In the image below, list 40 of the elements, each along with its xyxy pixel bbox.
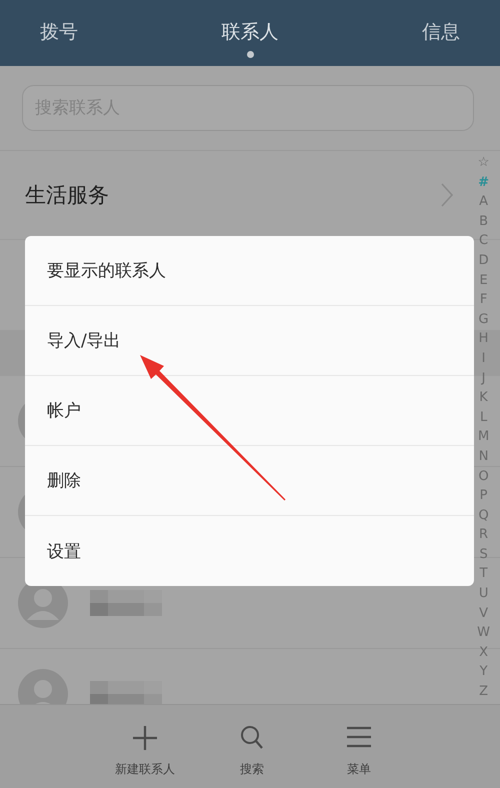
tab[interactable]: 联系人 (204, 0, 296, 66)
index-letter[interactable]: A (479, 192, 488, 212)
index-letter[interactable]: B (479, 212, 488, 232)
redacted-name (90, 590, 162, 616)
index-letter[interactable]: J (482, 368, 486, 388)
index-letter[interactable]: R (479, 525, 488, 545)
index-letter[interactable]: D (478, 250, 489, 271)
index-letter[interactable]: # (478, 172, 490, 192)
tab[interactable]: 拨号 (22, 0, 96, 66)
index-letter[interactable]: Y (480, 662, 488, 682)
index-letter[interactable]: K (479, 388, 488, 408)
index-letter[interactable]: T (480, 564, 488, 584)
menu-item[interactable]: 要显示的联系人 (25, 236, 474, 306)
plus-icon (132, 725, 158, 751)
toolbar-button[interactable]: 搜索 (210, 705, 294, 788)
index-letter[interactable]: L (480, 408, 488, 428)
index-letter[interactable]: Q (478, 506, 489, 526)
search-icon (240, 725, 264, 751)
index-letter[interactable]: Z (479, 682, 488, 702)
index-letter[interactable]: O (478, 466, 489, 486)
index-letter[interactable]: F (480, 290, 488, 310)
toolbar-button[interactable]: 新建联系人 (103, 705, 187, 788)
index-letter[interactable]: ☆ (478, 153, 490, 173)
index-letter[interactable]: U (478, 584, 488, 604)
tab-indicator (246, 50, 254, 58)
index-letter[interactable]: S (479, 544, 488, 564)
tab[interactable]: 信息 (404, 0, 478, 66)
toolbar-button[interactable]: 菜单 (317, 705, 401, 788)
chevron-icon (440, 182, 454, 208)
service-row[interactable]: 生活服务 (0, 151, 470, 239)
index-letter[interactable]: G (478, 310, 489, 330)
menu-item[interactable]: 设置 (25, 516, 474, 586)
index-letter[interactable]: W (477, 623, 490, 643)
index-letter[interactable]: E (479, 270, 488, 290)
index-letter[interactable]: M (478, 427, 490, 447)
index-letter[interactable]: C (479, 231, 488, 251)
index-letter[interactable]: P (480, 486, 488, 506)
index-letter[interactable]: X (479, 642, 488, 662)
index-letter[interactable]: V (479, 604, 488, 624)
index-letter[interactable]: N (478, 446, 488, 466)
